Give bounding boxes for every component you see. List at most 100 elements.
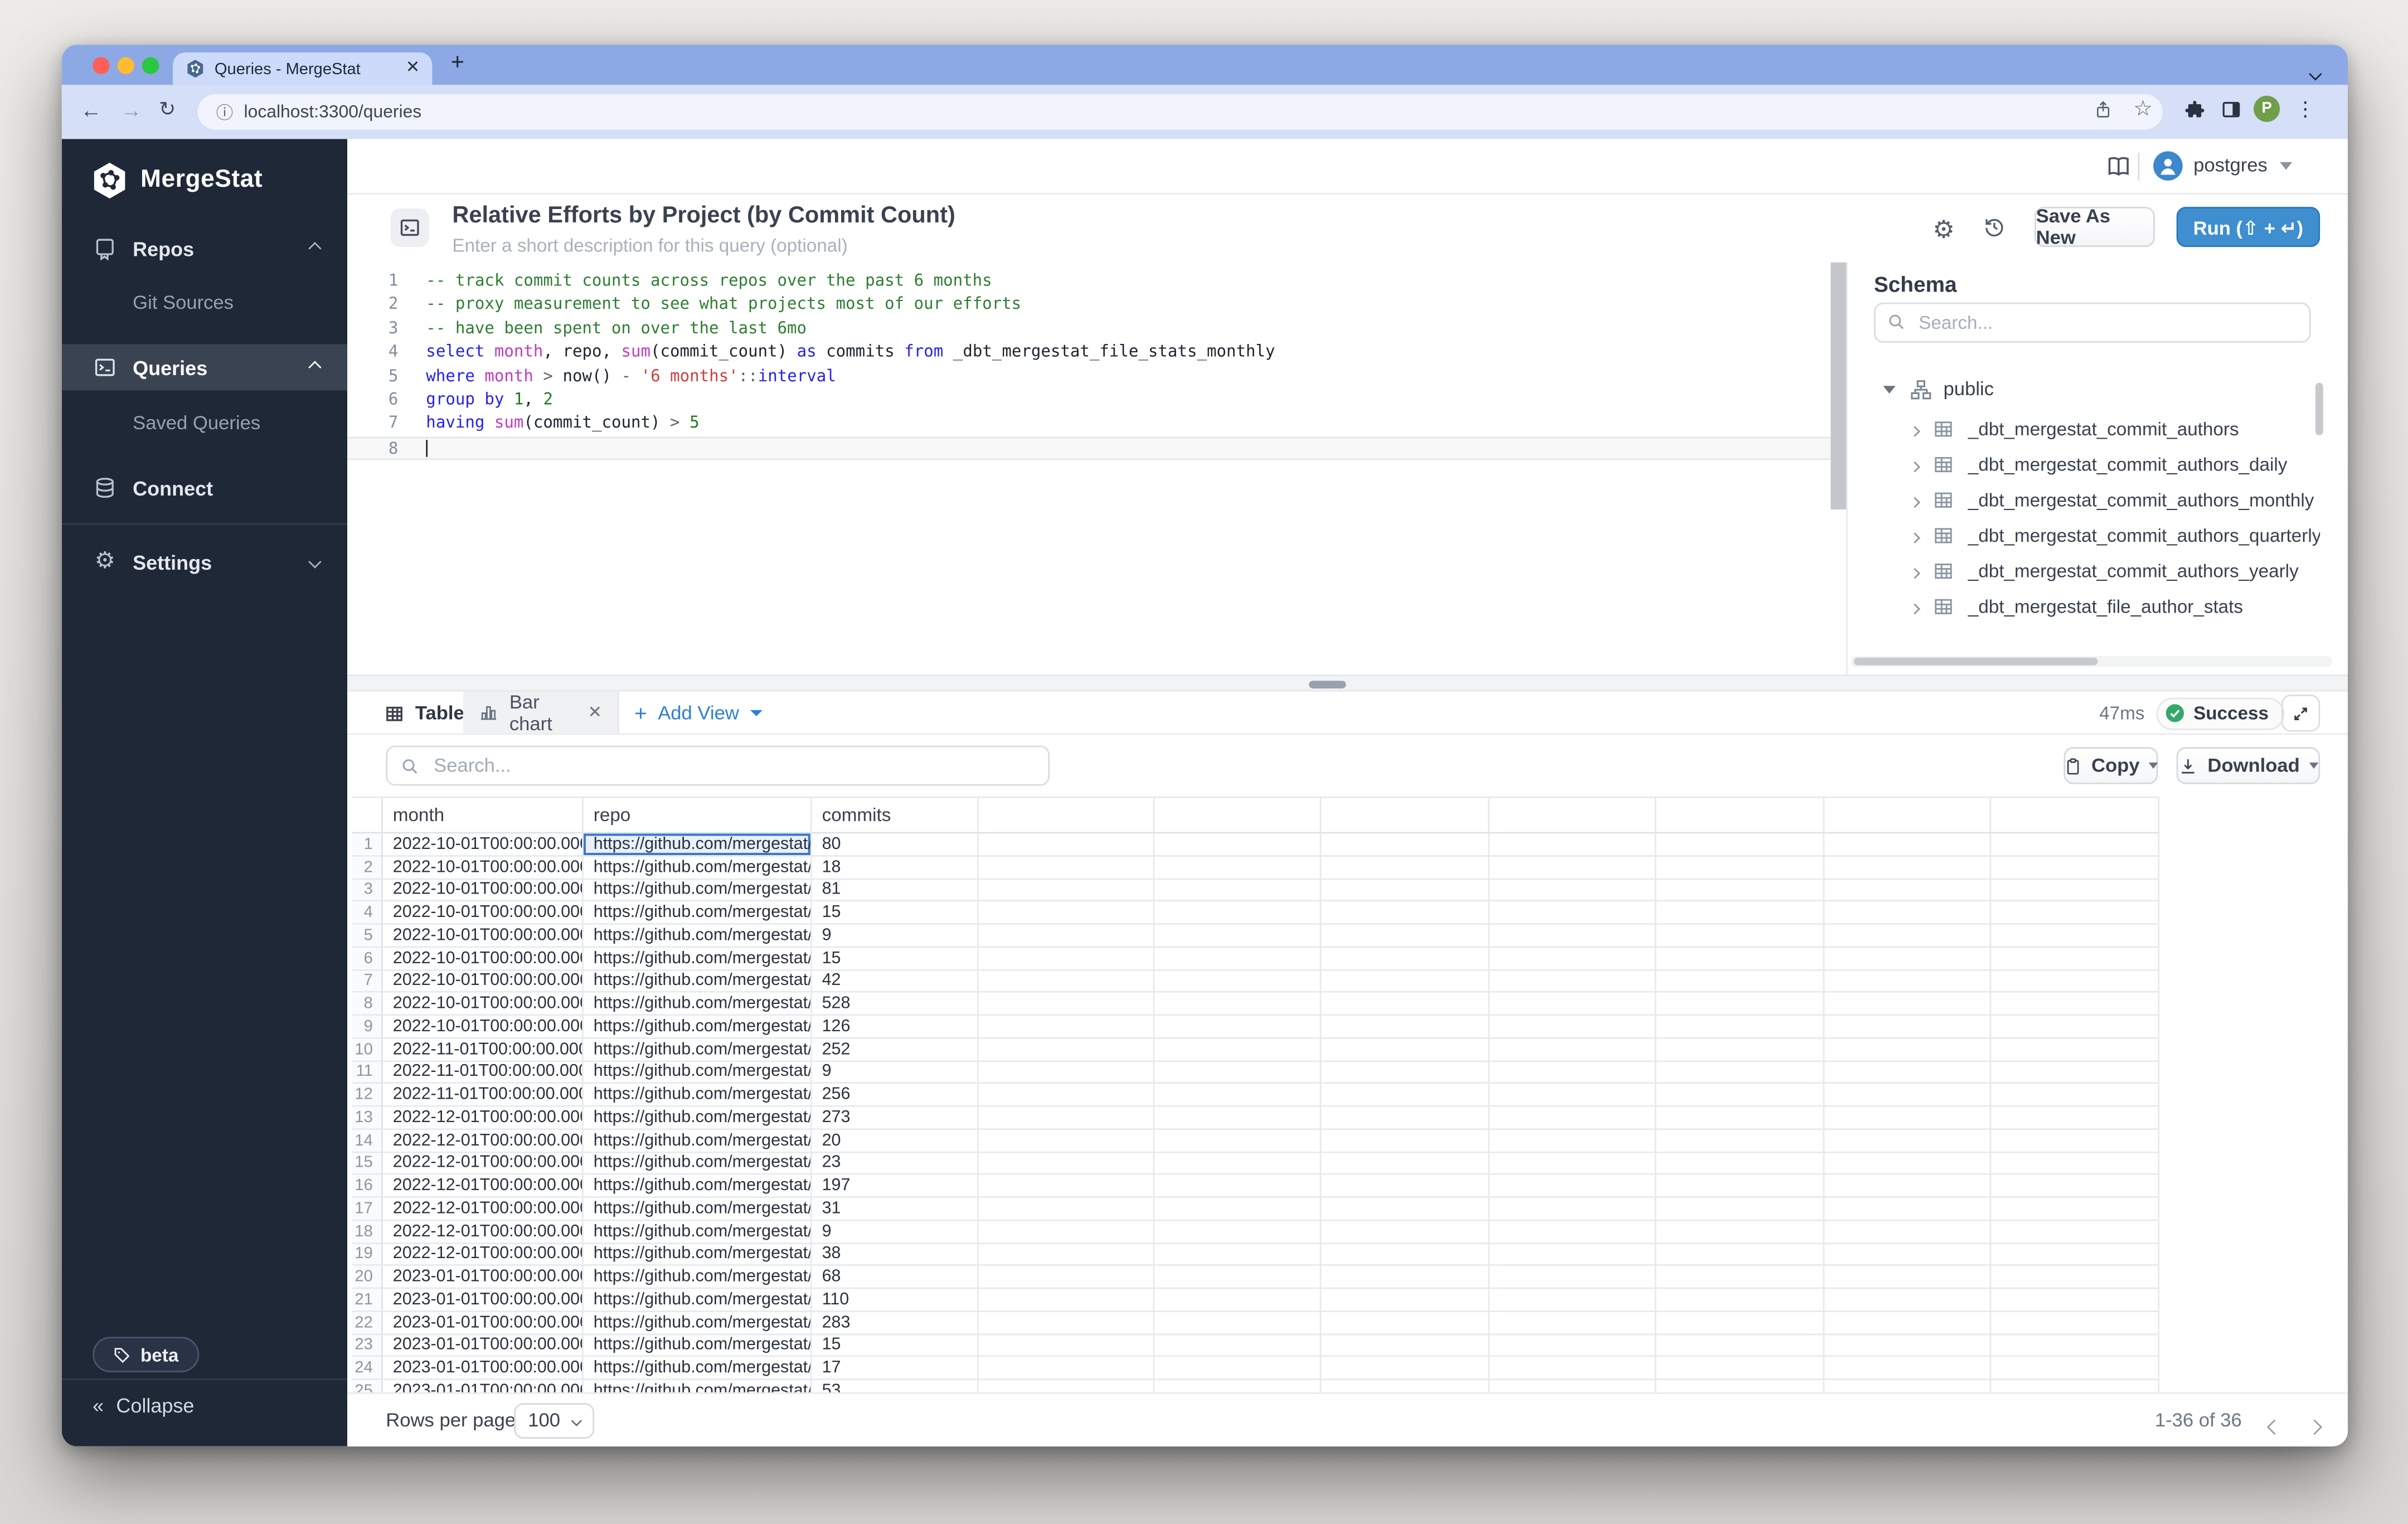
cell-commits[interactable]: 283: [811, 1312, 978, 1334]
query-description-placeholder[interactable]: Enter a short description for this query…: [452, 235, 847, 256]
cell-repo[interactable]: https://github.com/mergestat/...: [582, 1038, 811, 1061]
zoom-window-button[interactable]: [142, 56, 159, 73]
schema-search-input[interactable]: [1874, 303, 2311, 343]
cell-commits[interactable]: 23: [811, 1152, 978, 1175]
cell-month[interactable]: 2022-12-01T00:00:00.000Z: [382, 1244, 582, 1266]
extensions-puzzle-icon[interactable]: [2184, 99, 2206, 120]
cell-month[interactable]: 2022-10-01T00:00:00.000Z: [382, 856, 582, 879]
cell-month[interactable]: 2022-10-01T00:00:00.000Z: [382, 948, 582, 970]
cell-commits[interactable]: 42: [811, 970, 978, 993]
cell-repo[interactable]: https://github.com/mergestat/...: [582, 1266, 811, 1289]
schema-table-row[interactable]: _dbt_mergestat_file_author_stats: [1848, 588, 2320, 624]
forward-icon[interactable]: →: [120, 97, 142, 122]
chevron-right-icon[interactable]: [1911, 415, 1919, 443]
close-window-button[interactable]: [93, 56, 109, 73]
cell-month[interactable]: 2023-01-01T00:00:00.000Z: [382, 1312, 582, 1334]
splitter-drag-handle[interactable]: [1309, 680, 1346, 688]
collapse-sidebar-button[interactable]: « Collapse: [93, 1394, 194, 1418]
save-as-new-button[interactable]: Save As New: [2035, 207, 2155, 247]
tab-bar-chart[interactable]: Bar chart ✕: [463, 692, 619, 734]
editor-scrollbar-thumb[interactable]: [1831, 263, 1846, 509]
editor-scrollbar[interactable]: [1831, 263, 1846, 674]
next-page-button[interactable]: [2309, 1413, 2320, 1440]
panel-splitter[interactable]: [347, 674, 2348, 691]
tab-search-chevron-icon[interactable]: [2311, 59, 2320, 86]
reload-icon[interactable]: ↻: [159, 97, 176, 122]
code-line[interactable]: 1 -- track commit counts across repos ov…: [347, 270, 1831, 294]
sidebar-item-queries[interactable]: Queries: [62, 344, 347, 391]
cell-commits[interactable]: 9: [811, 925, 978, 948]
download-button[interactable]: Download: [2177, 747, 2320, 784]
cell-repo[interactable]: https://github.com/mergestat/...: [582, 1380, 811, 1392]
code-line[interactable]: 2 -- proxy measurement to see what proje…: [347, 294, 1831, 318]
cell-commits[interactable]: 9: [811, 1221, 978, 1244]
cell-commits[interactable]: 68: [811, 1266, 978, 1289]
cell-commits[interactable]: 528: [811, 993, 978, 1016]
cell-commits[interactable]: 15: [811, 1334, 978, 1357]
cell-repo[interactable]: https://github.com/mergestat/...: [582, 833, 811, 856]
cell-repo[interactable]: https://github.com/mergestat/...: [582, 902, 811, 925]
cell-commits[interactable]: 20: [811, 1129, 978, 1152]
cell-month[interactable]: 2022-10-01T00:00:00.000Z: [382, 925, 582, 948]
code-line[interactable]: 4 select month, repo, sum(commit_count) …: [347, 341, 1831, 365]
connection-name[interactable]: postgres: [2193, 154, 2268, 176]
browser-tab[interactable]: Queries - MergeStat ✕: [173, 52, 432, 85]
schema-table-row[interactable]: _dbt_mergestat_commit_authors_monthly: [1848, 482, 2320, 517]
cell-repo[interactable]: https://github.com/mergestat/...: [582, 879, 811, 902]
cell-repo[interactable]: https://github.com/mergestat/...: [582, 993, 811, 1016]
cell-repo[interactable]: https://github.com/mergestat/...: [582, 1016, 811, 1038]
schema-tree-public[interactable]: public: [1848, 373, 2348, 404]
code-line[interactable]: 8: [347, 436, 1831, 460]
site-info-icon[interactable]: ⓘ: [216, 100, 233, 124]
app-logo[interactable]: MergeStat: [90, 161, 263, 201]
share-icon[interactable]: [2093, 99, 2113, 120]
cell-month[interactable]: 2023-01-01T00:00:00.000Z: [382, 1334, 582, 1357]
docs-book-icon[interactable]: [2105, 153, 2132, 179]
cell-month[interactable]: 2022-10-01T00:00:00.000Z: [382, 833, 582, 856]
side-panel-icon[interactable]: [2220, 99, 2243, 120]
sidebar-item-repos[interactable]: Repos: [62, 225, 347, 271]
expand-results-button[interactable]: [2281, 695, 2320, 731]
sidebar-item-saved-queries[interactable]: Saved Queries: [62, 406, 347, 440]
schema-table-row[interactable]: _dbt_mergestat_commit_authors: [1848, 411, 2320, 446]
cell-commits[interactable]: 252: [811, 1038, 978, 1061]
add-view-button[interactable]: + Add View: [634, 692, 762, 735]
cell-repo[interactable]: https://github.com/mergestat/...: [582, 1334, 811, 1357]
browser-profile-avatar[interactable]: P: [2254, 96, 2280, 122]
cell-repo[interactable]: https://github.com/mergestat/...: [582, 1221, 811, 1244]
chevron-right-icon[interactable]: [1911, 592, 1919, 620]
cell-commits[interactable]: 15: [811, 948, 978, 970]
cell-repo[interactable]: https://github.com/mergestat/...: [582, 948, 811, 970]
column-header-repo[interactable]: repo: [582, 798, 811, 834]
cell-month[interactable]: 2022-10-01T00:00:00.000Z: [382, 902, 582, 925]
cell-commits[interactable]: 15: [811, 902, 978, 925]
cell-repo[interactable]: https://github.com/mergestat/...: [582, 1289, 811, 1312]
cell-commits[interactable]: 80: [811, 833, 978, 856]
cell-repo[interactable]: https://github.com/mergestat/...: [582, 1198, 811, 1221]
minimize-window-button[interactable]: [117, 56, 134, 73]
chevron-right-icon[interactable]: [1911, 450, 1919, 478]
cell-repo[interactable]: https://github.com/mergestat/...: [582, 1312, 811, 1334]
column-header-commits[interactable]: commits: [811, 798, 978, 834]
connection-avatar-icon[interactable]: [2153, 151, 2183, 181]
back-icon[interactable]: ←: [80, 97, 102, 122]
schema-table-row[interactable]: _dbt_mergestat_commit_authors_quarterly: [1848, 517, 2320, 553]
cell-commits[interactable]: 81: [811, 879, 978, 902]
cell-commits[interactable]: 31: [811, 1198, 978, 1221]
caret-down-icon[interactable]: [1883, 385, 1895, 393]
cell-repo[interactable]: https://github.com/mergestat/...: [582, 1244, 811, 1266]
cell-repo[interactable]: https://github.com/mergestat/...: [582, 1084, 811, 1107]
chevron-right-icon[interactable]: [1911, 556, 1919, 584]
connection-dropdown-caret-icon[interactable]: [2280, 162, 2292, 170]
column-header-month[interactable]: month: [382, 798, 582, 834]
cell-month[interactable]: 2022-12-01T00:00:00.000Z: [382, 1152, 582, 1175]
close-tab-icon[interactable]: ✕: [588, 702, 602, 722]
schema-table-row[interactable]: _dbt_mergestat_commit_authors_daily: [1848, 446, 2320, 482]
tab-close-icon[interactable]: ✕: [406, 60, 420, 77]
cell-repo[interactable]: https://github.com/mergestat/...: [582, 1152, 811, 1175]
cell-commits[interactable]: 256: [811, 1084, 978, 1107]
cell-month[interactable]: 2022-12-01T00:00:00.000Z: [382, 1221, 582, 1244]
cell-repo[interactable]: https://github.com/mergestat/...: [582, 1175, 811, 1198]
cell-commits[interactable]: 18: [811, 856, 978, 879]
address-bar[interactable]: ⓘ localhost:3300/queries: [197, 94, 2162, 130]
